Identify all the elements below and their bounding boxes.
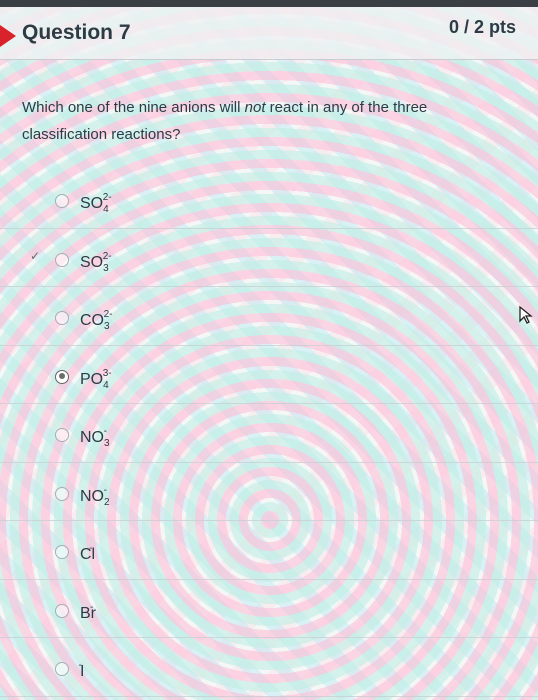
radio-button[interactable] bbox=[55, 428, 69, 442]
answer-option[interactable]: PO43- bbox=[0, 346, 538, 404]
emphasis-not: not bbox=[244, 99, 266, 116]
question-text: Which one of the nine anions will not re… bbox=[22, 99, 428, 143]
answer-label: NO3- bbox=[80, 426, 110, 449]
points-label: 0 / 2 pts bbox=[448, 17, 516, 37]
answer-option[interactable]: SO42- bbox=[0, 170, 538, 229]
radio-button[interactable] bbox=[55, 194, 69, 208]
answer-label: Cl- bbox=[80, 543, 96, 563]
check-mark-icon: ✓ bbox=[30, 248, 41, 263]
answer-option[interactable]: I- bbox=[0, 638, 538, 697]
answer-label: SO32- bbox=[80, 250, 112, 274]
radio-button[interactable] bbox=[55, 603, 69, 618]
radio-button[interactable] bbox=[55, 311, 69, 325]
radio-button[interactable] bbox=[55, 486, 69, 501]
mouse-pointer-icon bbox=[519, 305, 533, 324]
answer-option[interactable]: NO3- bbox=[0, 404, 538, 463]
radio-button-selected[interactable] bbox=[55, 369, 69, 384]
radio-button[interactable] bbox=[55, 252, 69, 267]
answer-option[interactable]: Cl- bbox=[0, 521, 538, 580]
answer-label: NO2- bbox=[80, 484, 110, 508]
top-bar bbox=[0, 0, 538, 7]
answer-option[interactable]: Br- bbox=[0, 580, 538, 638]
answer-label: SO42- bbox=[80, 192, 112, 215]
question-title: Question 7 bbox=[22, 21, 131, 44]
answer-option[interactable]: CO32- bbox=[0, 287, 538, 346]
answer-label: Br- bbox=[80, 601, 96, 622]
flag-icon bbox=[0, 25, 16, 47]
answer-option[interactable]: NO2- bbox=[0, 463, 538, 521]
answer-option[interactable]: ✓ SO32- bbox=[0, 229, 538, 287]
radio-button[interactable] bbox=[55, 545, 69, 559]
answer-label: I- bbox=[78, 660, 85, 680]
question-header: Question 7 0 / 2 pts bbox=[0, 7, 538, 60]
answer-label: CO32- bbox=[80, 309, 113, 332]
answer-label: PO43- bbox=[80, 367, 112, 391]
radio-button[interactable] bbox=[55, 662, 69, 676]
answer-list: SO42- ✓ SO32- CO32- PO43- NO3- NO2- Cl- … bbox=[0, 170, 538, 697]
